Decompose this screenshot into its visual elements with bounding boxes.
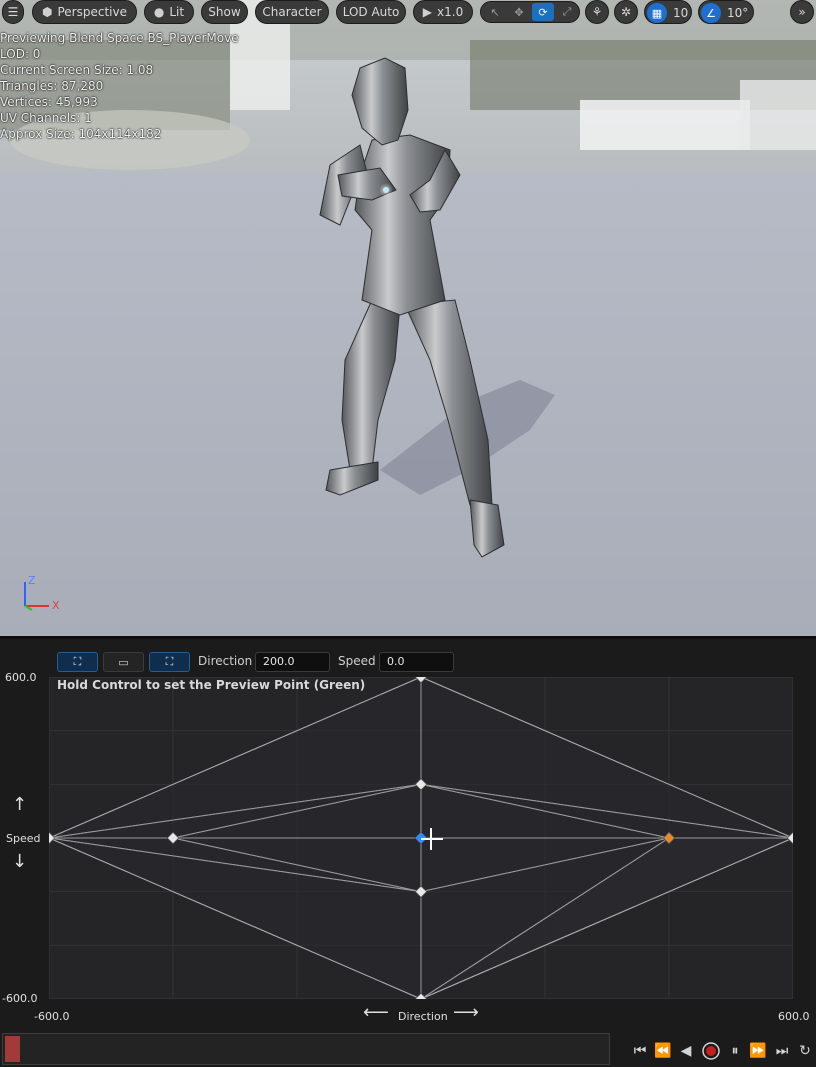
- camera-button[interactable]: ⚘: [585, 0, 609, 24]
- show-label: Show: [208, 5, 241, 19]
- arrow-left-icon: ⟵: [363, 1002, 389, 1023]
- timeline-scrubber[interactable]: [2, 1033, 610, 1065]
- stats-vertices-line: Vertices: 45,993: [0, 95, 98, 109]
- character-label: Character: [262, 5, 322, 19]
- cube-icon: ⬢: [42, 5, 53, 19]
- direction-label: Direction: [198, 654, 253, 668]
- viewport-toolbar: ☰ ⬢ Perspective ● Lit Show Character LOD…: [0, 0, 816, 24]
- fit-view-toggle[interactable]: ⛶: [149, 652, 190, 672]
- lighting-button[interactable]: ● Lit: [144, 0, 194, 24]
- stats-uv-line: UV Channels: 1: [0, 111, 92, 125]
- world-button[interactable]: ✲: [614, 0, 638, 24]
- speed-input[interactable]: 0.0: [379, 652, 454, 672]
- x-axis-label: Direction: [398, 1010, 448, 1023]
- sphere-icon: ●: [153, 5, 165, 19]
- camera-icon: ⚘: [591, 5, 603, 19]
- blend-space-editor: ⛶ ▭ ⛶ Direction 200.0 Speed 0.0 600.0 -6…: [0, 636, 816, 1067]
- rotate-icon[interactable]: ⟳: [532, 3, 554, 21]
- playback-speed-label: x1.0: [437, 5, 464, 19]
- y-axis-label: Speed: [6, 832, 41, 845]
- blend-grid[interactable]: [49, 677, 793, 999]
- lod-label: LOD Auto: [342, 5, 400, 19]
- label-toggle[interactable]: ▭: [103, 652, 144, 672]
- skip-start-icon[interactable]: ⏮: [630, 1039, 650, 1063]
- stats-preview-line: Previewing Blend Space BS_PlayerMove: [0, 31, 239, 45]
- lod-button[interactable]: LOD Auto: [336, 0, 406, 24]
- pause-icon[interactable]: ⏸: [725, 1039, 745, 1063]
- skip-end-icon[interactable]: ⏭: [772, 1039, 792, 1063]
- axis-gizmo: Z X: [24, 574, 60, 612]
- play-reverse-icon[interactable]: ◀: [676, 1039, 696, 1063]
- stats-overlay: Previewing Blend Space BS_PlayerMove LOD…: [0, 30, 239, 142]
- record-icon-glyph: [702, 1042, 720, 1060]
- y-max-label: 600.0: [5, 671, 37, 684]
- x-min-label: -600.0: [34, 1010, 70, 1023]
- y-min-label: -600.0: [2, 992, 38, 1005]
- transform-mode-group: ↖ ✥ ⟳ ⤢: [480, 1, 580, 23]
- play-icon: ▶: [422, 5, 433, 19]
- scrub-handle[interactable]: [5, 1036, 20, 1062]
- angle-icon: ∠: [701, 3, 721, 23]
- stats-lod-line: LOD: 0: [0, 47, 41, 61]
- hamburger-menu-icon: ☰: [7, 5, 19, 19]
- axis-z-label: Z: [28, 574, 36, 587]
- chevron-double-right-icon: »: [798, 5, 806, 19]
- triangulation-toggle[interactable]: ⛶: [57, 652, 98, 672]
- rotation-snap-button[interactable]: ∠ 10°: [698, 0, 754, 24]
- x-max-label: 600.0: [778, 1010, 810, 1023]
- stats-screen-size-line: Current Screen Size: 1.08: [0, 63, 154, 77]
- step-forward-icon[interactable]: ⏩: [748, 1039, 768, 1063]
- playback-speed-button[interactable]: ▶ x1.0: [413, 0, 473, 24]
- grid-icon: ▦: [647, 3, 667, 23]
- tag-icon: ▭: [118, 655, 129, 669]
- show-button[interactable]: Show: [201, 0, 248, 24]
- fit-icon: ⛶: [165, 655, 174, 668]
- view-mode-button[interactable]: ⬢ Perspective: [32, 0, 137, 24]
- direction-input[interactable]: 200.0: [255, 652, 330, 672]
- menu-button[interactable]: ☰: [2, 0, 24, 24]
- arrow-right-icon: ⟶: [453, 1002, 479, 1023]
- world-icon: ✲: [620, 5, 632, 19]
- stats-triangles-line: Triangles: 87,280: [0, 79, 104, 93]
- viewport[interactable]: ☰ ⬢ Perspective ● Lit Show Character LOD…: [0, 0, 816, 636]
- more-options-button[interactable]: »: [790, 0, 814, 24]
- lighting-label: Lit: [169, 5, 185, 19]
- rotation-snap-value: 10°: [727, 6, 749, 20]
- axis-x-label: X: [52, 599, 60, 612]
- step-back-icon[interactable]: ⏪: [653, 1039, 673, 1063]
- speed-label: Speed: [338, 654, 376, 668]
- triangulation-icon: ⛶: [73, 655, 82, 668]
- scale-icon[interactable]: ⤢: [556, 3, 578, 21]
- loop-icon[interactable]: ↻: [795, 1039, 815, 1063]
- translate-icon[interactable]: ✥: [508, 3, 530, 21]
- view-mode-label: Perspective: [57, 5, 127, 19]
- arrow-up-icon: ↑: [12, 794, 28, 815]
- character-button[interactable]: Character: [255, 0, 329, 24]
- preview-hint: Hold Control to set the Preview Point (G…: [57, 678, 366, 692]
- arrow-down-icon: ↓: [12, 851, 28, 872]
- select-icon[interactable]: ↖: [484, 3, 506, 21]
- record-icon[interactable]: [701, 1039, 721, 1063]
- grid-snap-button[interactable]: ▦ 10: [644, 0, 692, 24]
- grid-snap-value: 10: [673, 6, 689, 20]
- stats-size-line: Approx Size: 104x114x182: [0, 127, 162, 141]
